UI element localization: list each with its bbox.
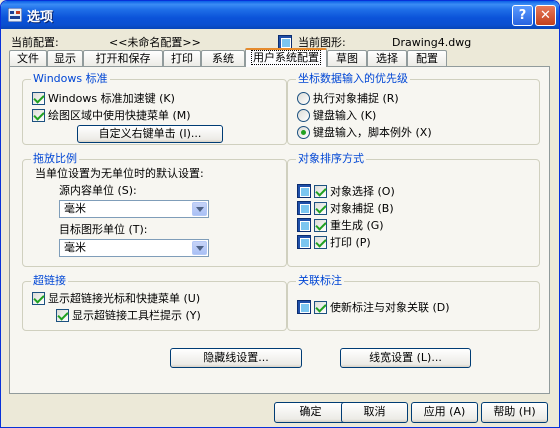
app-icon: [8, 8, 22, 22]
checkbox-checked-icon: [314, 236, 327, 249]
chevron-down-icon[interactable]: [192, 241, 207, 255]
locked-setting-icon: [297, 235, 311, 249]
lineweight-settings-button[interactable]: 线宽设置 (L)...: [340, 348, 471, 368]
checkbox-checked-icon: [314, 202, 327, 215]
radio-selected-icon: [297, 126, 310, 139]
sort-object-selection-checkbox[interactable]: 对象选择 (O): [297, 184, 395, 200]
associative-dimension-checkbox[interactable]: 使新标注与对象关联 (D): [297, 300, 450, 316]
locked-setting-icon: [297, 184, 311, 198]
sort-object-snap-checkbox[interactable]: 对象捕捉 (B): [297, 201, 394, 217]
hyperlink-cursor-menu-checkbox[interactable]: 显示超链接光标和快捷菜单 (U): [32, 291, 200, 307]
checkbox-checked-icon: [56, 309, 69, 322]
keyboard-except-scripts-radio[interactable]: 键盘输入，脚本例外 (X): [297, 125, 432, 141]
shortcut-menus-checkbox[interactable]: 绘图区域中使用快捷菜单 (M): [32, 108, 191, 124]
hidden-line-settings-button[interactable]: 隐藏线设置...: [170, 348, 302, 368]
associative-dimension-group: 关联标注 使新标注与对象关联 (D): [287, 274, 540, 331]
group-title: 关联标注: [296, 274, 344, 288]
group-title: 对象排序方式: [296, 152, 366, 166]
radio-icon: [297, 92, 310, 105]
checkbox-checked-icon: [314, 185, 327, 198]
apply-button[interactable]: 应用 (A): [411, 402, 478, 423]
locked-setting-icon: [297, 300, 311, 314]
window-title: 选项: [27, 10, 54, 25]
current-profile-value: <<未命名配置>>: [109, 36, 201, 49]
keyboard-entry-radio[interactable]: 键盘输入 (K): [297, 108, 376, 124]
tab-files[interactable]: 文件: [9, 50, 47, 66]
current-profile-label: 当前配置:: [11, 36, 59, 49]
ok-button[interactable]: 确定: [274, 402, 347, 423]
help-button[interactable]: 帮助 (H): [481, 402, 548, 423]
tab-profiles[interactable]: 配置: [407, 50, 447, 66]
checkbox-checked-icon: [314, 219, 327, 232]
insertion-scale-description: 当单位设置为无单位时的默认设置:: [35, 167, 204, 180]
coordinate-priority-group: 坐标数据输入的优先级 执行对象捕捉 (R) 键盘输入 (K) 键盘输入，脚本例外…: [287, 72, 540, 145]
tab-display[interactable]: 显示: [47, 50, 83, 66]
right-click-customization-button[interactable]: 自定义右键单击 (I)...: [77, 125, 223, 143]
current-drawing-value: Drawing4.dwg: [392, 36, 472, 49]
hyperlink-group: 超链接 显示超链接光标和快捷菜单 (U) 显示超链接工具栏提示 (Y): [22, 274, 287, 331]
target-units-select[interactable]: 毫米: [59, 239, 209, 257]
tab-plot[interactable]: 打印: [163, 50, 201, 66]
tab-user-preferences[interactable]: 用户系统配置: [245, 48, 327, 67]
checkbox-checked-icon: [32, 292, 45, 305]
accel-keys-checkbox[interactable]: Windows 标准加速键 (K): [32, 91, 175, 107]
tab-panel: Windows 标准 Windows 标准加速键 (K) 绘图区域中使用快捷菜单…: [9, 66, 550, 394]
group-title: 拖放比例: [31, 152, 79, 166]
source-units-label: 源内容单位 (S):: [59, 184, 137, 197]
running-osnap-radio[interactable]: 执行对象捕捉 (R): [297, 91, 399, 107]
options-dialog: 选项 ? ✕ 当前配置: <<未命名配置>> 当前图形: Drawing4.dw…: [0, 0, 560, 428]
checkbox-checked-icon: [32, 109, 45, 122]
tab-system[interactable]: 系统: [201, 50, 245, 66]
cancel-button[interactable]: 取消: [341, 402, 408, 423]
group-title: 超链接: [31, 274, 68, 288]
source-units-select[interactable]: 毫米: [59, 200, 209, 218]
target-units-label: 目标图形单位 (T):: [59, 223, 148, 236]
checkbox-checked-icon: [32, 92, 45, 105]
title-bar[interactable]: 选项 ? ✕: [1, 1, 559, 29]
chevron-down-icon[interactable]: [192, 202, 207, 216]
group-title: Windows 标准: [31, 72, 110, 86]
hyperlink-tooltip-checkbox[interactable]: 显示超链接工具栏提示 (Y): [56, 308, 201, 324]
help-title-button[interactable]: ?: [512, 5, 533, 26]
group-title: 坐标数据输入的优先级: [296, 72, 410, 86]
object-sorting-group: 对象排序方式 对象选择 (O) 对象捕捉 (B) 重生成 (G) 打印 (P): [287, 152, 540, 267]
tab-drafting[interactable]: 草图: [327, 50, 367, 66]
sort-regen-checkbox[interactable]: 重生成 (G): [297, 218, 384, 234]
windows-standard-group: Windows 标准 Windows 标准加速键 (K) 绘图区域中使用快捷菜单…: [22, 72, 287, 145]
checkbox-checked-icon: [314, 301, 327, 314]
tab-open-save[interactable]: 打开和保存: [83, 50, 163, 66]
insertion-scale-group: 拖放比例 当单位设置为无单位时的默认设置: 源内容单位 (S): 毫米 目标图形…: [22, 152, 287, 267]
tab-selection[interactable]: 选择: [367, 50, 407, 66]
locked-setting-icon: [297, 201, 311, 215]
radio-icon: [297, 109, 310, 122]
close-button[interactable]: ✕: [535, 5, 556, 26]
sort-plot-checkbox[interactable]: 打印 (P): [297, 235, 371, 251]
locked-setting-icon: [297, 218, 311, 232]
